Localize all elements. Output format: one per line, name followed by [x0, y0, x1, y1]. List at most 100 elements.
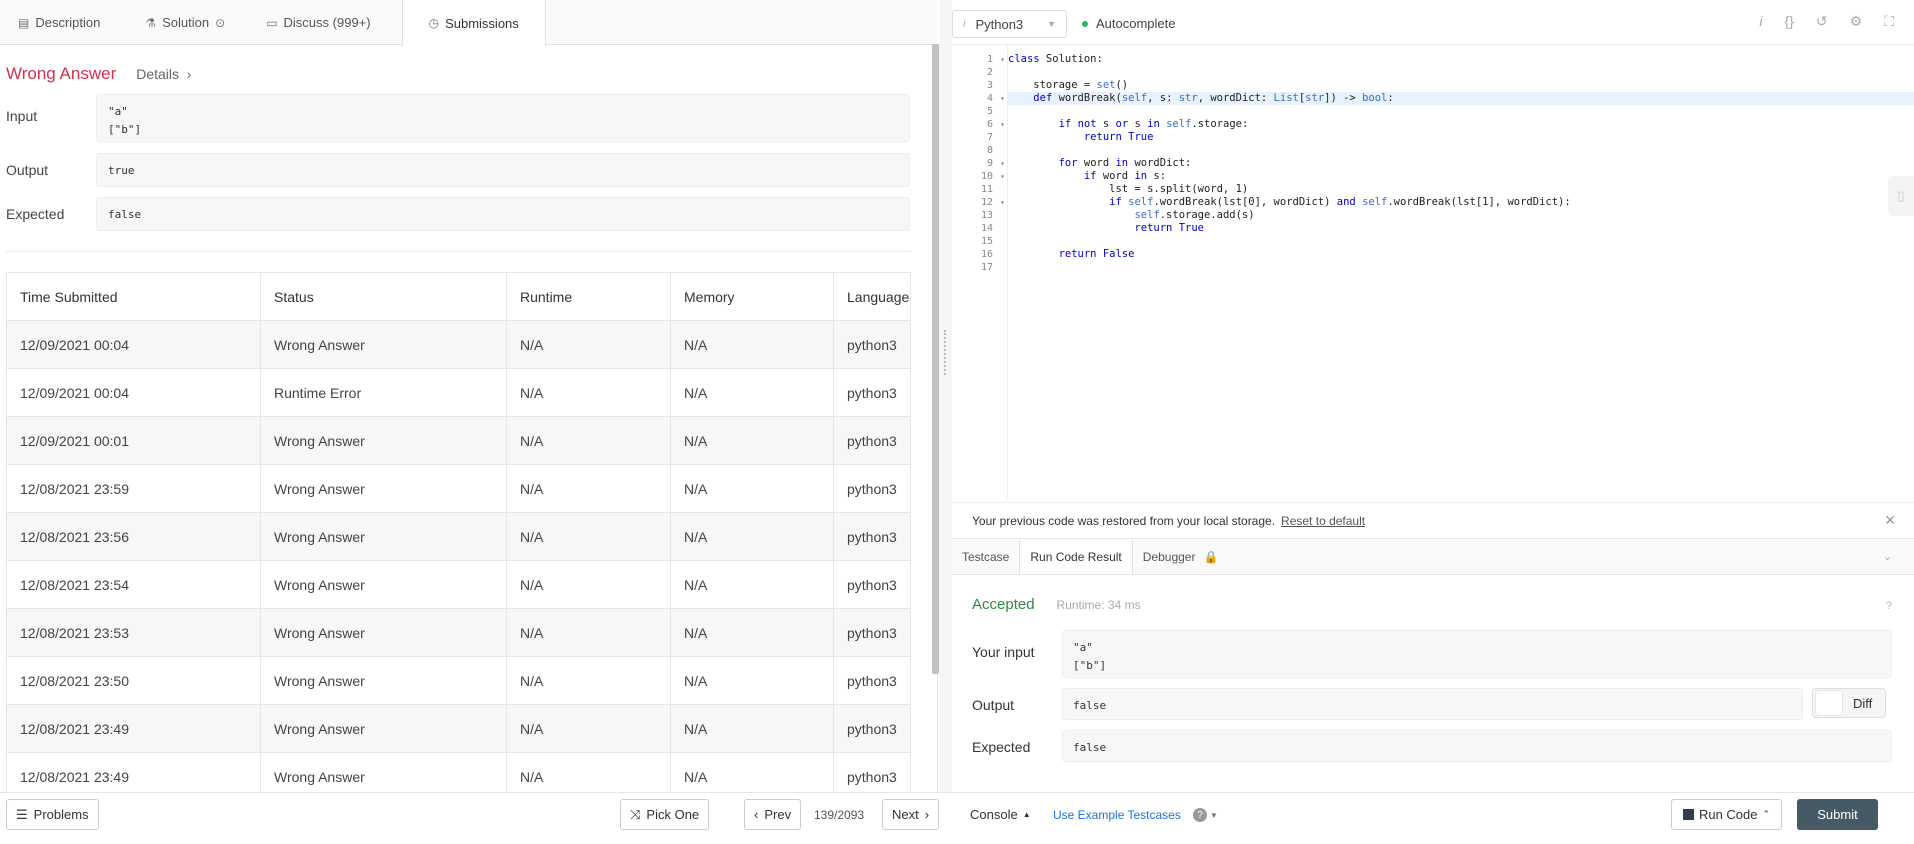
- expected-value: false: [1062, 730, 1892, 762]
- tab-solution[interactable]: ⚗ Solution ⊙: [119, 0, 244, 45]
- use-example-testcases-link[interactable]: Use Example Testcases: [1053, 808, 1181, 822]
- language-select[interactable]: i Python3 ▼: [952, 10, 1067, 38]
- table-row[interactable]: 12/09/2021 00:01 Wrong Answer N/A N/A python…: [6, 416, 911, 465]
- tab-testcase[interactable]: Testcase: [952, 539, 1019, 574]
- code-line[interactable]: [1008, 235, 1914, 248]
- chevron-left-icon: ‹: [754, 807, 759, 822]
- status-cell[interactable]: Wrong Answer: [260, 320, 507, 369]
- status-cell[interactable]: Wrong Answer: [260, 656, 507, 705]
- chevron-down-icon[interactable]: ⌄: [1883, 539, 1892, 574]
- notes-icon[interactable]: ▯: [1888, 176, 1914, 216]
- pane-splitter[interactable]: [939, 0, 952, 792]
- code-line[interactable]: def wordBreak(self, s: str, wordDict: Li…: [1008, 92, 1914, 105]
- code-editor[interactable]: 1 ▾ 2 3 4 ▾ 5 6 ▾ 7 8 9 ▾ 10 ▾ 11 12 ▾ 13 14 15 16 17 class So…: [952, 46, 1914, 498]
- code-line[interactable]: for word in wordDict:: [1008, 157, 1914, 170]
- code-line[interactable]: [1008, 66, 1914, 79]
- table-row[interactable]: 12/09/2021 00:04 Wrong Answer N/A N/A python…: [6, 320, 911, 369]
- left-scrollbar[interactable]: [932, 44, 939, 674]
- your-input-value: "a" ["b"]: [1062, 630, 1892, 678]
- fold-arrow-icon[interactable]: ▾: [1000, 170, 1005, 183]
- tab-discuss[interactable]: ▭ Discuss (999+): [244, 0, 389, 45]
- fold-arrow-icon[interactable]: ▾: [1000, 118, 1005, 131]
- language-cell: python3: [833, 368, 911, 417]
- tab-description[interactable]: ▤ Description: [0, 0, 119, 45]
- code-line[interactable]: if not s or s in self.storage:: [1008, 118, 1914, 131]
- fold-arrow-icon[interactable]: ▾: [1000, 53, 1005, 66]
- status-cell[interactable]: Wrong Answer: [260, 464, 507, 513]
- code-area[interactable]: class Solution: storage = set() def word…: [1008, 53, 1914, 274]
- fold-arrow-icon[interactable]: ▾: [1000, 157, 1005, 170]
- memory-cell: N/A: [670, 656, 834, 705]
- code-line[interactable]: [1008, 144, 1914, 157]
- table-row[interactable]: 12/08/2021 23:53 Wrong Answer N/A N/A python…: [6, 608, 911, 657]
- col-language[interactable]: Language: [833, 272, 911, 321]
- reset-icon[interactable]: ↺: [1816, 13, 1828, 30]
- pick-one-button[interactable]: ⤨ Pick One: [620, 799, 710, 830]
- line-number-gutter: 1 ▾ 2 3 4 ▾ 5 6 ▾ 7 8 9 ▾ 10 ▾ 11 12 ▾ 13 14 15 16 17: [952, 46, 1008, 498]
- time-cell: 12/09/2021 00:04: [6, 320, 261, 369]
- fold-arrow-icon[interactable]: ▾: [1000, 196, 1005, 209]
- line-number: 10 ▾: [980, 170, 1005, 183]
- code-line[interactable]: return True: [1008, 222, 1914, 235]
- code-line[interactable]: return True: [1008, 131, 1914, 144]
- tab-debugger[interactable]: Debugger 🔒: [1133, 539, 1229, 574]
- details-link[interactable]: Details ›: [136, 66, 191, 82]
- status-cell[interactable]: Wrong Answer: [260, 608, 507, 657]
- code-line[interactable]: if word in s:: [1008, 170, 1914, 183]
- language-cell: python3: [833, 320, 911, 369]
- help-icon[interactable]: ?: [1886, 600, 1892, 612]
- col-memory[interactable]: Memory: [670, 272, 834, 321]
- code-line[interactable]: return False: [1008, 248, 1914, 261]
- settings-icon[interactable]: ⚙: [1850, 13, 1863, 30]
- toggle-knob[interactable]: [1815, 690, 1843, 716]
- status-cell[interactable]: Wrong Answer: [260, 416, 507, 465]
- splitter-grip[interactable]: [944, 330, 946, 375]
- line-number: 11: [980, 184, 993, 195]
- col-runtime[interactable]: Runtime: [506, 272, 671, 321]
- table-row[interactable]: 12/08/2021 23:56 Wrong Answer N/A N/A python…: [6, 512, 911, 561]
- status-cell[interactable]: Runtime Error: [260, 368, 507, 417]
- code-line[interactable]: [1008, 261, 1914, 274]
- col-time-submitted[interactable]: Time Submitted: [6, 272, 261, 321]
- console-button[interactable]: Console ▲: [970, 807, 1031, 822]
- reset-to-default-link[interactable]: Reset to default: [1281, 514, 1365, 528]
- prev-button[interactable]: ‹ Prev: [744, 799, 802, 830]
- code-line[interactable]: storage = set(): [1008, 79, 1914, 92]
- status-cell[interactable]: Wrong Answer: [260, 512, 507, 561]
- table-row[interactable]: 12/08/2021 23:50 Wrong Answer N/A N/A python…: [6, 656, 911, 705]
- braces-icon[interactable]: {}: [1785, 13, 1794, 30]
- autocomplete-toggle[interactable]: Autocomplete: [1082, 16, 1176, 31]
- code-line[interactable]: self.storage.add(s): [1008, 209, 1914, 222]
- table-row[interactable]: 12/09/2021 00:04 Runtime Error N/A N/A pytho…: [6, 368, 911, 417]
- code-line[interactable]: [1008, 105, 1914, 118]
- table-row[interactable]: 12/08/2021 23:54 Wrong Answer N/A N/A python…: [6, 560, 911, 609]
- diff-toggle[interactable]: Diff: [1812, 688, 1886, 718]
- caret-down-icon: ▼: [1210, 810, 1218, 820]
- submit-button[interactable]: Submit: [1797, 799, 1878, 830]
- tab-submissions[interactable]: ◷ Submissions: [401, 0, 546, 46]
- clock-icon: ◷: [428, 16, 440, 30]
- restore-notice: Your previous code was restored from you…: [952, 502, 1914, 538]
- table-row[interactable]: 12/08/2021 23:59 Wrong Answer N/A N/A python…: [6, 464, 911, 513]
- output-row: Output true: [6, 153, 910, 187]
- next-button[interactable]: Next ›: [882, 799, 940, 830]
- code-line[interactable]: if self.wordBreak(lst[0], wordDict) and …: [1008, 196, 1914, 209]
- line-number: 2: [986, 67, 993, 78]
- language-cell: python3: [833, 464, 911, 513]
- close-icon[interactable]: ✕: [1884, 512, 1896, 529]
- col-status[interactable]: Status: [260, 272, 507, 321]
- info-icon[interactable]: i: [1759, 13, 1762, 30]
- status-cell[interactable]: Wrong Answer: [260, 704, 507, 753]
- table-row[interactable]: 12/08/2021 23:49 Wrong Answer N/A N/A python…: [6, 704, 911, 753]
- fullscreen-icon[interactable]: ⛶: [1884, 13, 1894, 30]
- code-line[interactable]: class Solution:: [1008, 53, 1914, 66]
- tab-run-code-result[interactable]: Run Code Result: [1019, 539, 1133, 574]
- run-code-button[interactable]: Run Code ⌃: [1671, 799, 1782, 830]
- problems-button[interactable]: ☰ Problems: [6, 799, 99, 830]
- fold-arrow-icon[interactable]: ▾: [1000, 92, 1005, 105]
- code-line[interactable]: lst = s.split(word, 1): [1008, 183, 1914, 196]
- runtime-cell: N/A: [506, 464, 671, 513]
- status-cell[interactable]: Wrong Answer: [260, 560, 507, 609]
- memory-cell: N/A: [670, 512, 834, 561]
- help-dropdown[interactable]: ? ▼: [1193, 808, 1218, 822]
